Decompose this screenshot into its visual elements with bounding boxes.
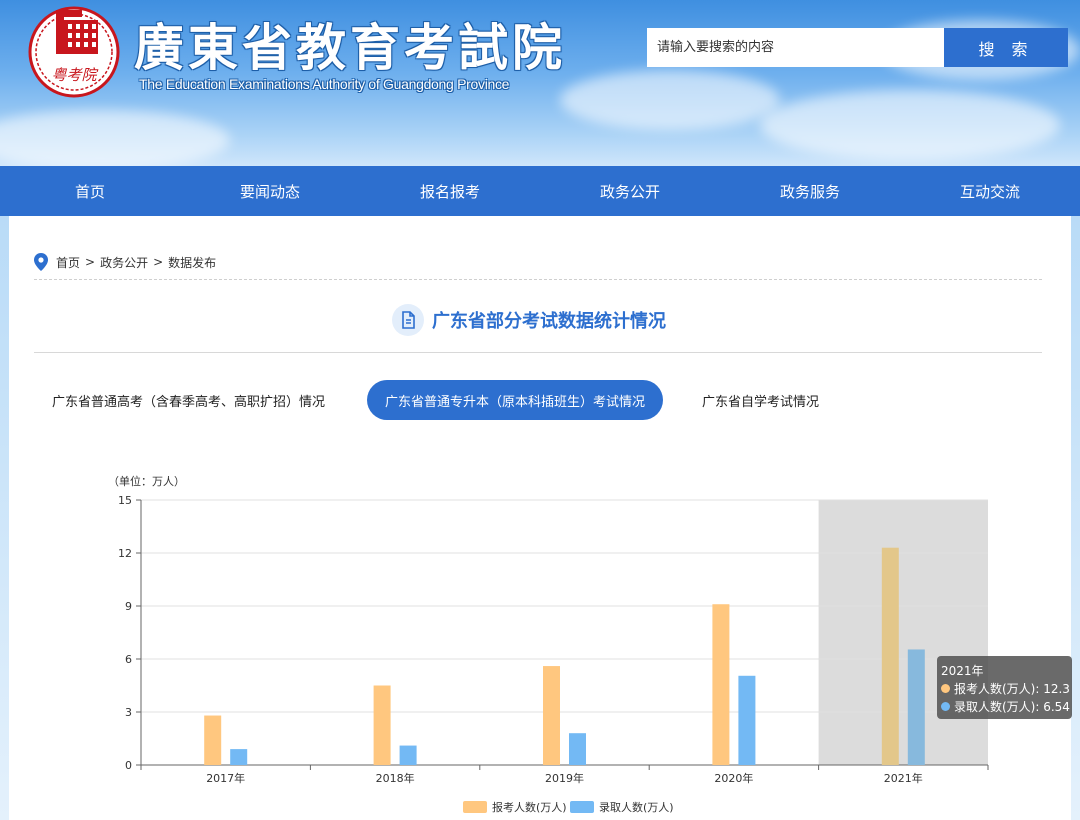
divider bbox=[34, 279, 1042, 280]
cloud-decoration bbox=[0, 110, 230, 166]
bar-applicants bbox=[881, 547, 899, 765]
tooltip-applicants-text: 报考人数(万人): 12.3 bbox=[954, 681, 1070, 696]
tab-gaokao[interactable]: 广东省普通高考（含春季高考、高职扩招）情况 bbox=[52, 380, 325, 420]
y-tick-label: 6 bbox=[125, 653, 132, 666]
legend-swatch-applicants bbox=[463, 801, 487, 813]
y-tick-label: 15 bbox=[118, 494, 132, 507]
site-subtitle: The Education Examinations Authority of … bbox=[139, 76, 510, 92]
admitted-dot-icon bbox=[941, 701, 950, 711]
legend-item-admitted[interactable]: 录取人数(万人) bbox=[570, 798, 674, 816]
main-nav: 首页 要闻动态 报名报考 政务公开 政务服务 互动交流 bbox=[0, 166, 1080, 216]
location-pin-icon bbox=[34, 253, 48, 271]
document-icon bbox=[392, 304, 424, 336]
section-heading: 广东省部分考试数据统计情况 bbox=[392, 303, 666, 337]
search-input[interactable] bbox=[647, 28, 944, 67]
tab-self-study-exam[interactable]: 广东省自学考试情况 bbox=[702, 380, 819, 420]
breadcrumb: 首页 > 政务公开 > 数据发布 bbox=[34, 252, 221, 272]
x-tick-label: 2019年 bbox=[545, 771, 584, 785]
nav-item-registration[interactable]: 报名报考 bbox=[360, 166, 540, 216]
y-tick-label: 3 bbox=[125, 706, 132, 719]
applicants-dot-icon bbox=[941, 683, 950, 693]
cloud-decoration bbox=[760, 90, 1060, 160]
y-tick-label: 0 bbox=[125, 759, 132, 772]
y-tick-label: 12 bbox=[118, 547, 132, 560]
legend-swatch-admitted bbox=[570, 801, 594, 813]
bar-applicants bbox=[712, 604, 730, 765]
nav-item-government-affairs[interactable]: 政务公开 bbox=[540, 166, 720, 216]
bar-applicants bbox=[373, 685, 391, 765]
bar-chart: （单位：万人） 0 3 6 9 12 15 2017年 2018年 2019年 2020年 2021年 bbox=[108, 474, 989, 785]
breadcrumb-separator: > bbox=[153, 255, 164, 269]
seal-text: 粤考院 bbox=[51, 66, 98, 84]
breadcrumb-current[interactable]: 数据发布 bbox=[168, 254, 216, 271]
highlight-band bbox=[818, 500, 988, 765]
x-tick-label: 2020年 bbox=[714, 771, 753, 785]
nav-item-government-services[interactable]: 政务服务 bbox=[720, 166, 900, 216]
site-title[interactable]: 廣東省教育考試院 bbox=[134, 8, 566, 77]
nav-item-home[interactable]: 首页 bbox=[0, 166, 180, 216]
breadcrumb-government-affairs-link[interactable]: 政务公开 bbox=[100, 254, 148, 271]
x-tick-label: 2017年 bbox=[206, 771, 245, 785]
tab-zhuanshengben[interactable]: 广东省普通专升本（原本科插班生）考试情况 bbox=[367, 380, 664, 420]
legend-label-applicants: 报考人数(万人) bbox=[492, 801, 567, 814]
x-tick-label: 2018年 bbox=[376, 771, 415, 785]
divider bbox=[34, 352, 1042, 353]
tooltip-title: 2021年 bbox=[941, 663, 984, 678]
tooltip-admitted-text: 录取人数(万人): 6.54 bbox=[954, 699, 1070, 714]
nav-item-interaction[interactable]: 互动交流 bbox=[900, 166, 1080, 216]
seal-logo-icon[interactable]: 粤考院 bbox=[28, 6, 120, 98]
tooltip-row-applicants: 报考人数(万人): 12.3 bbox=[941, 679, 1070, 697]
bar-admitted bbox=[907, 649, 925, 765]
bar-admitted bbox=[569, 733, 586, 765]
y-tick-label: 9 bbox=[125, 600, 132, 613]
bar-applicants bbox=[543, 666, 560, 765]
bar-admitted bbox=[738, 675, 756, 765]
site-header: 粤考院 廣東省教育考試院 The Education Examinations … bbox=[0, 0, 1080, 166]
chart-tooltip: 2021年 报考人数(万人): 12.3 录取人数(万人): 6.54 bbox=[937, 656, 1072, 719]
legend-label-admitted: 录取人数(万人) bbox=[599, 801, 674, 814]
breadcrumb-separator: > bbox=[85, 255, 96, 269]
breadcrumb-home-link[interactable]: 首页 bbox=[56, 254, 80, 271]
section-title: 广东省部分考试数据统计情况 bbox=[432, 311, 666, 332]
bar-admitted bbox=[230, 749, 248, 765]
y-unit-label: （单位：万人） bbox=[108, 474, 185, 488]
search-button[interactable]: 搜 索 bbox=[944, 28, 1068, 67]
legend-item-applicants[interactable]: 报考人数(万人) bbox=[463, 798, 567, 816]
bar-admitted bbox=[399, 745, 417, 765]
x-tick-label: 2021年 bbox=[884, 771, 923, 785]
nav-item-news[interactable]: 要闻动态 bbox=[180, 166, 360, 216]
bar-applicants bbox=[204, 715, 222, 765]
tooltip-row-admitted: 录取人数(万人): 6.54 bbox=[941, 697, 1070, 715]
cloud-decoration bbox=[560, 70, 780, 130]
